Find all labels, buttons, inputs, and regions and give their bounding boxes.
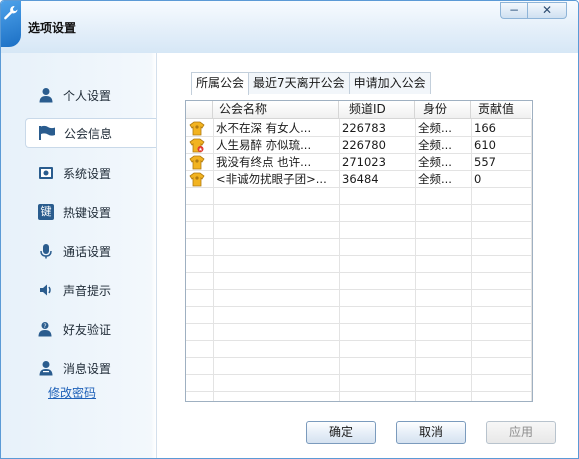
role-cell: 全频... bbox=[418, 138, 452, 152]
table-row[interactable]: <非诚勿扰眼子团>... 36484 全频... 0 bbox=[186, 171, 531, 188]
guild-name-cell: 我没有终点 也许... bbox=[216, 155, 312, 169]
sidebar-item-label: 好友验证 bbox=[63, 322, 112, 337]
contribution-cell: 557 bbox=[474, 155, 496, 169]
sidebar-item-label: 个人设置 bbox=[63, 88, 112, 103]
table-row[interactable]: ★ 人生易醉 亦似琉... 226780 全频... 610 bbox=[186, 137, 531, 154]
tab-strip: 所属公会 最近7天离开公会 申请加入公会 bbox=[191, 72, 431, 95]
sidebar-item-sound[interactable]: 声音提示 bbox=[25, 275, 153, 305]
role-cell: 全频... bbox=[418, 121, 452, 135]
minimize-button[interactable]: − bbox=[500, 2, 527, 19]
key-icon: 键 bbox=[37, 203, 55, 221]
apply-button[interactable]: 应用 bbox=[486, 421, 556, 444]
microphone-icon bbox=[37, 242, 55, 260]
guild-member-icon bbox=[186, 154, 213, 171]
role-cell: 全频... bbox=[418, 172, 452, 186]
column-header-guild-name[interactable]: 公会名称 bbox=[213, 101, 339, 119]
cancel-button[interactable]: 取消 bbox=[396, 421, 466, 444]
person-icon bbox=[37, 86, 55, 104]
channel-id-cell: 226780 bbox=[342, 138, 386, 152]
wrench-icon bbox=[4, 6, 18, 20]
channel-id-cell: 226783 bbox=[342, 121, 386, 135]
guild-table: 公会名称 频道ID 身份 贡献值 水不在深 有女人... 226783 全频..… bbox=[185, 100, 533, 402]
options-window: 选项设置 − ✕ 个人设置 公会信息 系统设置 键 热键设置 通话设置 声音提示… bbox=[0, 0, 579, 459]
key-glyph: 键 bbox=[38, 204, 54, 220]
system-icon bbox=[37, 164, 55, 182]
sidebar-item-label: 热键设置 bbox=[63, 205, 112, 220]
speaker-icon bbox=[37, 281, 55, 299]
column-header-channel-id[interactable]: 频道ID bbox=[339, 101, 415, 119]
guild-info-panel: 所属公会 最近7天离开公会 申请加入公会 公会名称 频道ID 身份 贡献值 水不… bbox=[156, 53, 578, 458]
sidebar-item-system[interactable]: 系统设置 bbox=[25, 158, 153, 188]
guild-name-cell: 人生易醉 亦似琉... bbox=[216, 138, 312, 152]
friend-verify-icon: ? bbox=[37, 320, 55, 338]
change-password-link[interactable]: 修改密码 bbox=[48, 384, 96, 401]
sidebar-item-call[interactable]: 通话设置 bbox=[25, 236, 153, 266]
contribution-cell: 0 bbox=[474, 172, 482, 186]
title-bar[interactable]: 选项设置 − ✕ bbox=[1, 1, 578, 53]
flag-icon bbox=[38, 124, 56, 142]
contribution-cell: 610 bbox=[474, 138, 496, 152]
column-header-icon[interactable] bbox=[186, 101, 213, 119]
guild-admin-icon: ★ bbox=[186, 137, 213, 154]
sidebar-item-label: 系统设置 bbox=[63, 166, 112, 181]
channel-id-cell: 36484 bbox=[342, 172, 379, 186]
table-row[interactable]: 水不在深 有女人... 226783 全频... 166 bbox=[186, 120, 531, 137]
tab-left-recently[interactable]: 最近7天离开公会 bbox=[248, 72, 350, 94]
channel-id-cell: 271023 bbox=[342, 155, 386, 169]
sidebar-item-label: 声音提示 bbox=[63, 283, 112, 298]
sidebar-item-friend-verify[interactable]: ? 好友验证 bbox=[25, 314, 153, 344]
content-area: 个人设置 公会信息 系统设置 键 热键设置 通话设置 声音提示 ? 好友验证 消… bbox=[1, 53, 578, 458]
guild-member-icon bbox=[186, 171, 213, 188]
sidebar-item-label: 消息设置 bbox=[63, 361, 112, 376]
message-icon bbox=[37, 359, 55, 377]
tab-my-guilds[interactable]: 所属公会 bbox=[191, 72, 250, 95]
close-button[interactable]: ✕ bbox=[527, 2, 567, 19]
tab-apply-join[interactable]: 申请加入公会 bbox=[348, 72, 431, 94]
sidebar-item-personal[interactable]: 个人设置 bbox=[25, 80, 153, 110]
column-header-contribution[interactable]: 贡献值 bbox=[471, 101, 531, 119]
sidebar-item-guild-info[interactable]: 公会信息 bbox=[25, 118, 156, 148]
sidebar-item-hotkey[interactable]: 键 热键设置 bbox=[25, 197, 153, 227]
window-controls: − ✕ bbox=[500, 2, 567, 20]
sidebar-item-message[interactable]: 消息设置 bbox=[25, 353, 153, 383]
table-header: 公会名称 频道ID 身份 贡献值 bbox=[186, 101, 531, 119]
title-badge bbox=[1, 1, 21, 47]
sidebar: 个人设置 公会信息 系统设置 键 热键设置 通话设置 声音提示 ? 好友验证 消… bbox=[1, 53, 156, 458]
guild-name-cell: <非诚勿扰眼子团>... bbox=[216, 172, 327, 186]
window-title: 选项设置 bbox=[28, 21, 77, 35]
svg-text:?: ? bbox=[43, 323, 46, 330]
guild-member-icon bbox=[186, 120, 213, 137]
column-header-role[interactable]: 身份 bbox=[415, 101, 471, 119]
guild-name-cell: 水不在深 有女人... bbox=[216, 121, 312, 135]
sidebar-item-label: 公会信息 bbox=[64, 126, 113, 141]
role-cell: 全频... bbox=[418, 155, 452, 169]
svg-text:★: ★ bbox=[198, 147, 203, 153]
ok-button[interactable]: 确定 bbox=[306, 421, 376, 444]
table-row[interactable]: 我没有终点 也许... 271023 全频... 557 bbox=[186, 154, 531, 171]
sidebar-item-label: 通话设置 bbox=[63, 244, 112, 259]
contribution-cell: 166 bbox=[474, 121, 496, 135]
